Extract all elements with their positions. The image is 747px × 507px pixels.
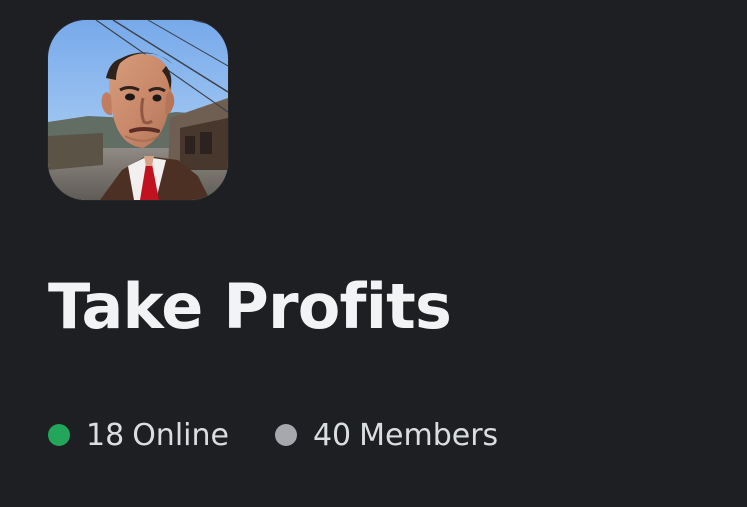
member-count-text: 40 Members	[313, 418, 498, 453]
member-count-label: Members	[359, 417, 499, 453]
online-count-stat: 18 Online	[48, 418, 229, 453]
member-count-stat: 40 Members	[274, 418, 498, 453]
online-count-text: 18 Online	[86, 418, 229, 453]
online-count-label: Online	[132, 417, 229, 453]
server-name-title: Take Profits	[48, 270, 452, 343]
online-status-dot-icon	[48, 424, 70, 446]
member-status-dot-icon	[274, 424, 297, 446]
member-count-value: 40	[312, 417, 352, 453]
server-avatar-icon	[48, 20, 228, 200]
server-member-stats: 18 Online 40 Members	[48, 412, 498, 458]
online-count-value: 18	[86, 417, 125, 453]
